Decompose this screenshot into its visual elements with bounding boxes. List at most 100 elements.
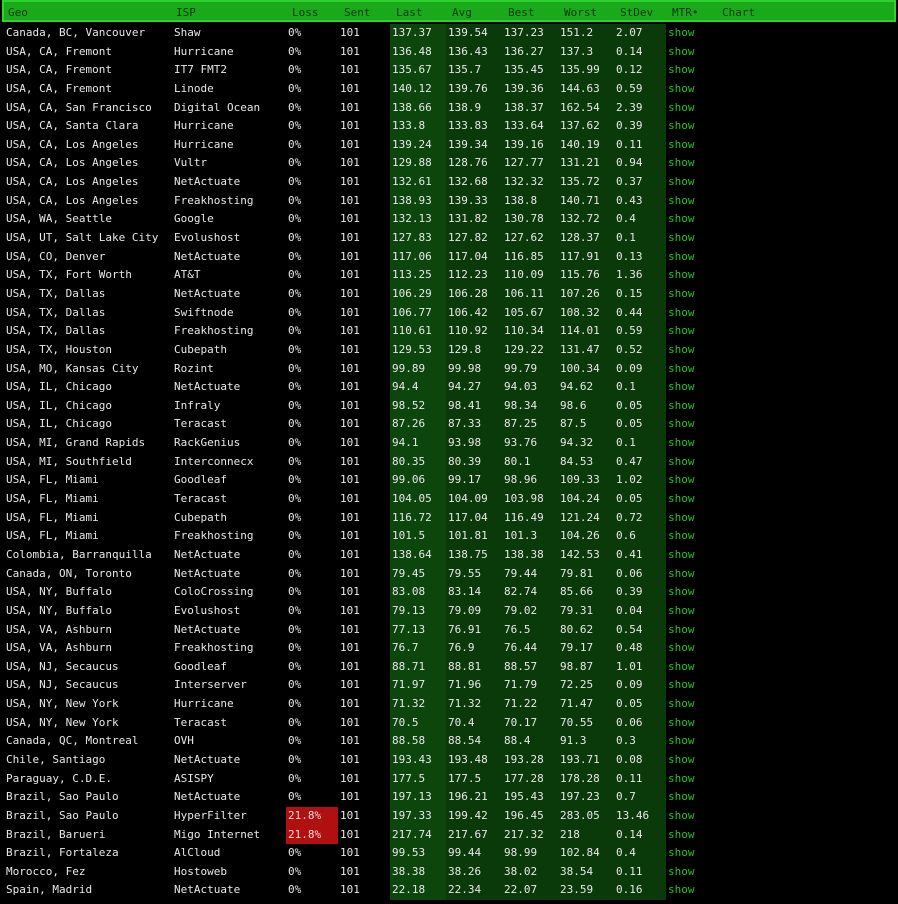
show-mtr-link[interactable]: show — [668, 565, 714, 584]
cell-loss: 0% — [288, 883, 302, 897]
cell-geo: Paraguay, C.D.E. — [6, 771, 112, 785]
cell-best: 87.25 — [502, 415, 558, 435]
show-mtr-link[interactable]: show — [668, 80, 714, 99]
show-mtr-link[interactable]: show — [668, 304, 714, 323]
table-row: USA, VA, Ashburn Freakhosting 0% 101 76.7 76.… — [0, 639, 898, 658]
col-header-last[interactable]: Last — [394, 2, 450, 24]
show-mtr-link[interactable]: show — [668, 826, 714, 845]
cell-stdev: 0.13 — [614, 247, 666, 267]
show-mtr-link[interactable]: show — [668, 509, 714, 528]
show-mtr-link[interactable]: show — [668, 154, 714, 173]
cell-best: 98.34 — [502, 396, 558, 416]
show-mtr-link[interactable]: show — [668, 844, 714, 863]
cell-stdev: 1.36 — [614, 266, 666, 285]
show-mtr-link[interactable]: show — [668, 770, 714, 789]
cell-sent: 101 — [340, 771, 360, 785]
show-mtr-link[interactable]: show — [668, 546, 714, 565]
show-mtr-link[interactable]: show — [668, 360, 714, 379]
cell-sent: 101 — [340, 324, 360, 338]
cell-isp: OVH — [174, 734, 194, 748]
col-header-loss[interactable]: Loss — [290, 2, 342, 24]
show-mtr-link[interactable]: show — [668, 117, 714, 136]
cell-loss: 0% — [288, 752, 302, 766]
cell-avg: 139.76 — [446, 79, 502, 99]
cell-isp: Teracast — [174, 417, 227, 431]
show-mtr-link[interactable]: show — [668, 415, 714, 434]
table-row: USA, FL, Miami Cubepath 0% 101 116.72 117.04 1… — [0, 508, 898, 528]
show-mtr-link[interactable]: show — [668, 266, 714, 285]
show-mtr-link[interactable]: show — [668, 210, 714, 229]
cell-stdev: 0.59 — [614, 79, 666, 99]
table-row: Colombia, Barranquilla NetActuate 0% 101 138… — [0, 545, 898, 565]
show-mtr-link[interactable]: show — [668, 24, 714, 43]
cell-worst: 151.2 — [558, 24, 614, 43]
col-header-geo[interactable]: Geo — [8, 2, 178, 24]
show-mtr-link[interactable]: show — [668, 248, 714, 267]
show-mtr-link[interactable]: show — [668, 695, 714, 714]
show-mtr-link[interactable]: show — [668, 229, 714, 248]
show-mtr-link[interactable]: show — [668, 788, 714, 807]
show-mtr-link[interactable]: show — [668, 714, 714, 733]
cell-geo: USA, TX, Fort Worth — [6, 268, 132, 282]
cell-stdev: 0.15 — [614, 284, 666, 304]
show-mtr-link[interactable]: show — [668, 434, 714, 453]
cell-last: 94.1 — [390, 434, 446, 453]
show-mtr-link[interactable]: show — [668, 471, 714, 490]
show-mtr-link[interactable]: show — [668, 863, 714, 882]
show-mtr-link[interactable]: show — [668, 322, 714, 341]
cell-stdev: 0.09 — [614, 676, 666, 696]
ping-results-table: Geo ISP Loss Sent Last Avg Best Worst St… — [0, 0, 898, 901]
cell-loss: 0% — [288, 81, 302, 95]
cell-best: 193.28 — [502, 750, 558, 770]
cell-stdev: 1.01 — [614, 657, 666, 677]
col-header-avg[interactable]: Avg — [450, 2, 506, 24]
table-row: Spain, Madrid NetActuate 0% 101 22.18 22.34 22… — [0, 881, 898, 901]
col-header-mtr[interactable]: MTR• — [672, 2, 718, 24]
show-mtr-link[interactable]: show — [668, 490, 714, 509]
col-header-worst[interactable]: Worst — [562, 2, 618, 24]
show-mtr-link[interactable]: show — [668, 527, 714, 546]
show-mtr-link[interactable]: show — [668, 136, 714, 155]
cell-isp: NetActuate — [174, 249, 241, 263]
show-mtr-link[interactable]: show — [668, 378, 714, 397]
show-mtr-link[interactable]: show — [668, 639, 714, 658]
show-mtr-link[interactable]: show — [668, 658, 714, 677]
show-mtr-link[interactable]: show — [668, 173, 714, 192]
cell-avg: 138.9 — [446, 98, 502, 118]
cell-last: 106.29 — [390, 284, 446, 304]
cell-stdev: 0.47 — [614, 452, 666, 472]
show-mtr-link[interactable]: show — [668, 676, 714, 695]
col-header-best[interactable]: Best — [506, 2, 562, 24]
cell-avg: 106.28 — [446, 284, 502, 304]
show-mtr-link[interactable]: show — [668, 285, 714, 304]
show-mtr-link[interactable]: show — [668, 61, 714, 80]
cell-worst: 91.3 — [558, 732, 614, 751]
cell-stdev: 0.08 — [614, 750, 666, 770]
show-mtr-link[interactable]: show — [668, 807, 714, 826]
cell-best: 133.64 — [502, 117, 558, 136]
show-mtr-link[interactable]: show — [668, 341, 714, 360]
show-mtr-link[interactable]: show — [668, 192, 714, 211]
cell-avg: 110.92 — [446, 322, 502, 341]
show-mtr-link[interactable]: show — [668, 43, 714, 62]
show-mtr-link[interactable]: show — [668, 99, 714, 118]
show-mtr-link[interactable]: show — [668, 751, 714, 770]
col-header-isp[interactable]: ISP — [176, 2, 288, 24]
cell-avg: 99.44 — [446, 844, 502, 863]
cell-best: 135.45 — [502, 61, 558, 80]
table-row: Brazil, Fortaleza AlCloud 0% 101 99.53 99.44 9… — [0, 844, 898, 863]
cell-sent: 101 — [340, 398, 360, 412]
show-mtr-link[interactable]: show — [668, 732, 714, 751]
col-header-stdev[interactable]: StDev — [618, 2, 670, 24]
show-mtr-link[interactable]: show — [668, 397, 714, 416]
show-mtr-link[interactable]: show — [668, 602, 714, 621]
show-mtr-link[interactable]: show — [668, 583, 714, 602]
col-header-sent[interactable]: Sent — [344, 2, 392, 24]
table-row: USA, FL, Miami Freakhosting 0% 101 101.5 101.… — [0, 527, 898, 546]
cell-last: 79.45 — [390, 564, 446, 584]
show-mtr-link[interactable]: show — [668, 621, 714, 640]
show-mtr-link[interactable]: show — [668, 453, 714, 472]
cell-worst: 137.62 — [558, 117, 614, 136]
show-mtr-link[interactable]: show — [668, 881, 714, 900]
cell-avg: 79.55 — [446, 564, 502, 584]
